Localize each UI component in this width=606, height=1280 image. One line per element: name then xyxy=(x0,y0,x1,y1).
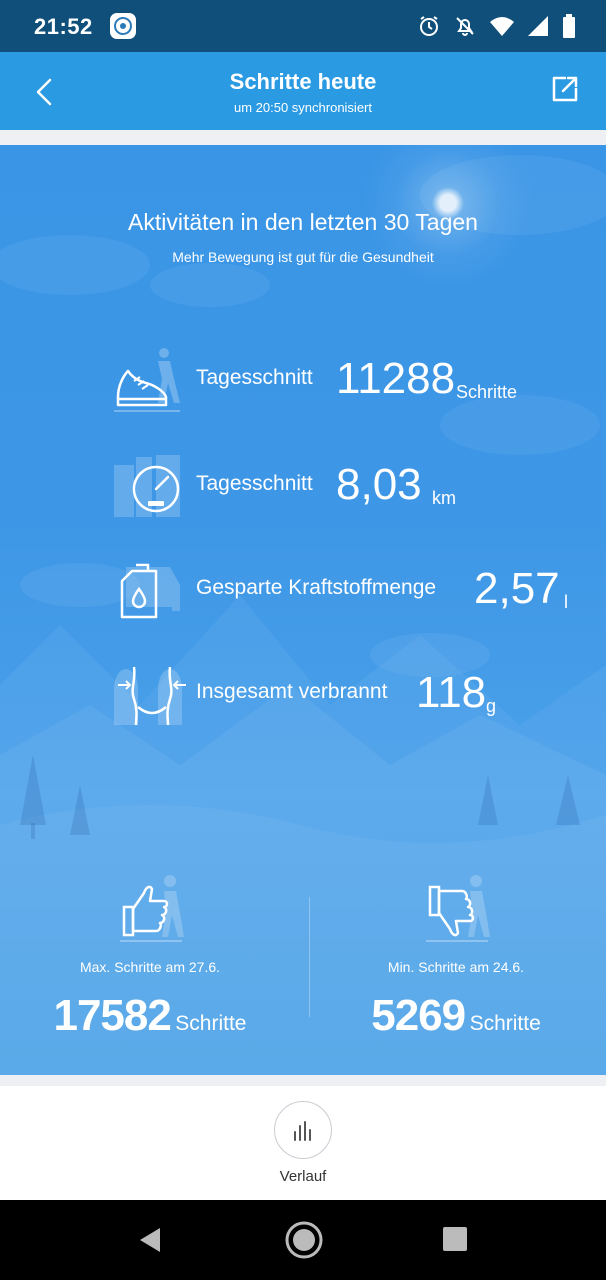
back-nav-icon[interactable] xyxy=(136,1220,164,1265)
history-label[interactable]: Verlauf xyxy=(0,1168,606,1185)
stat-average-steps: Tagesschnitt 11288 Schritte xyxy=(110,345,590,425)
fuel-can-icon xyxy=(110,555,186,631)
status-time: 21:52 xyxy=(34,14,93,39)
stat-unit: g xyxy=(486,696,497,716)
max-steps-unit: Schritte xyxy=(175,1012,247,1035)
share-icon[interactable] xyxy=(550,74,580,104)
history-button[interactable] xyxy=(274,1101,332,1159)
stat-unit: Schritte xyxy=(456,382,518,402)
system-nav-bar xyxy=(0,1200,606,1280)
speedometer-icon xyxy=(110,451,186,527)
min-steps-summary: Min. Schritte am 24.6. 5269 Schritte xyxy=(306,873,606,1053)
stat-unit: km xyxy=(432,488,456,508)
stat-fuel-saved: Gesparte Kraftstoffmenge 2,57 l xyxy=(110,555,590,635)
stat-unit: l xyxy=(564,592,568,612)
thumbs-up-icon xyxy=(118,873,184,945)
max-steps-label: Max. Schritte am 27.6. xyxy=(79,959,221,975)
stat-value: 2,57 xyxy=(474,564,560,613)
bell-off-icon xyxy=(454,15,476,37)
page-title: Schritte heute xyxy=(229,69,377,94)
sync-status: um 20:50 synchronisiert xyxy=(233,100,372,115)
stat-value: 11288 xyxy=(336,354,456,403)
min-steps-unit: Schritte xyxy=(469,1012,541,1035)
wifi-icon xyxy=(490,16,514,36)
min-steps-label: Min. Schritte am 24.6. xyxy=(387,959,525,975)
max-steps-summary: Max. Schritte am 27.6. 17582 Schritte xyxy=(0,873,300,1053)
status-bar: 21:52 xyxy=(0,0,606,52)
app-notification-icon xyxy=(110,13,136,39)
stat-label: Insgesamt verbrannt xyxy=(196,680,388,703)
bottom-actions: Verlauf xyxy=(0,1086,606,1200)
stat-average-distance: Tagesschnitt 8,03 km xyxy=(110,451,590,531)
stat-label: Gesparte Kraftstoffmenge xyxy=(196,576,437,599)
stat-total-burned: Insgesamt verbrannt 118 g xyxy=(110,659,590,739)
recents-nav-icon[interactable] xyxy=(442,1226,468,1257)
waist-icon xyxy=(110,659,186,735)
stat-value: 8,03 xyxy=(336,460,422,509)
card-subheading: Mehr Bewegung ist gut für die Gesundheit xyxy=(172,249,434,265)
min-steps-value: 5269 xyxy=(371,991,466,1040)
home-nav-icon[interactable] xyxy=(284,1220,324,1265)
stat-value: 118 xyxy=(416,668,487,717)
stat-label: Tagesschnitt xyxy=(196,366,313,389)
activity-card: Aktivitäten in den letzten 30 Tagen Mehr… xyxy=(0,145,606,1075)
shoe-walker-icon xyxy=(110,345,186,421)
app-header: Schritte heute um 20:50 synchronisiert xyxy=(0,52,606,130)
battery-icon xyxy=(562,14,576,38)
bar-chart-icon xyxy=(294,1121,311,1141)
signal-icon xyxy=(528,16,548,36)
alarm-icon xyxy=(418,15,440,37)
thumbs-down-icon xyxy=(424,873,490,945)
stat-label: Tagesschnitt xyxy=(196,472,313,495)
max-steps-value: 17582 xyxy=(53,991,171,1040)
card-heading: Aktivitäten in den letzten 30 Tagen xyxy=(128,209,478,235)
